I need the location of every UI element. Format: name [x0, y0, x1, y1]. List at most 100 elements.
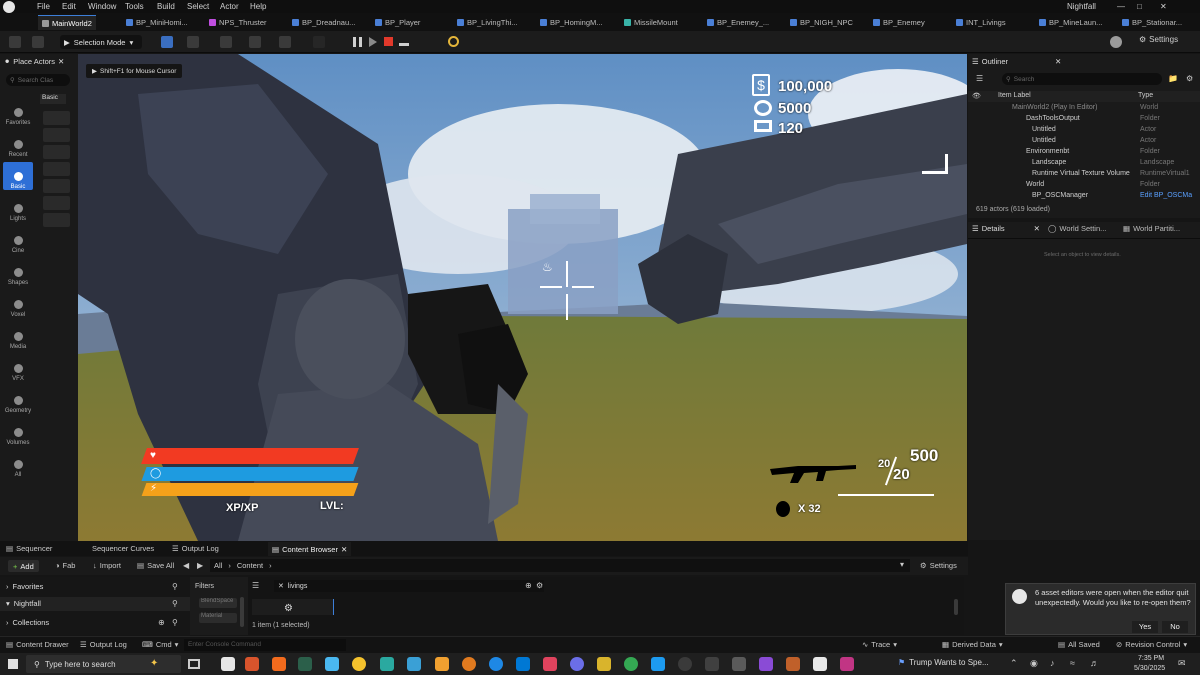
actor-sphere[interactable]	[43, 213, 70, 227]
unreal-editor-icon[interactable]	[221, 657, 235, 671]
pause-icon[interactable]	[353, 37, 362, 47]
app-icon-14[interactable]	[570, 657, 584, 671]
cinematics-icon[interactable]	[249, 36, 261, 48]
category-basic[interactable]: Basic	[3, 162, 33, 190]
project-section[interactable]: ▾ Nightfall	[6, 599, 41, 608]
music-icon[interactable]	[543, 657, 557, 671]
maximize-icon[interactable]: □	[1137, 2, 1142, 11]
actor-empty-pawn[interactable]	[43, 145, 70, 159]
level-viewport[interactable]: ▶ Shift+F1 for Mouse Cursor $ 100,000 500…	[78, 54, 967, 541]
actor-empty-character[interactable]	[43, 128, 70, 142]
row-type[interactable]: Edit BP_OSCMa	[1140, 192, 1192, 199]
selection-mode-dropdown[interactable]: ▶ Selection Mode ▾	[60, 35, 142, 49]
menu-help[interactable]: Help	[250, 2, 266, 11]
add-collection-icon[interactable]: ⊕	[158, 618, 165, 627]
unreal-logo-icon[interactable]	[3, 1, 15, 13]
blueprint-menu-icon[interactable]	[220, 36, 232, 48]
instagram-icon[interactable]	[840, 657, 854, 671]
outliner-row[interactable]: DashToolsOutput Folder	[968, 115, 1200, 126]
app-icon-2[interactable]	[245, 657, 259, 671]
derived-data-dropdown[interactable]: ▦ Derived Data ▾	[942, 640, 1003, 649]
outliner-settings-icon[interactable]: ⚙	[1186, 74, 1193, 83]
category-vfx[interactable]: VFX	[3, 354, 33, 382]
add-button[interactable]: + Add	[8, 560, 39, 572]
search-icon[interactable]: ⚲	[172, 599, 178, 608]
close-window-icon[interactable]: ✕	[1160, 2, 1167, 11]
outliner-row[interactable]: BP_OSCManager Edit BP_OSCMa	[968, 192, 1200, 203]
all-saved-button[interactable]: ▤ All Saved	[1058, 640, 1100, 649]
save-icon[interactable]	[9, 36, 21, 48]
category-favorites[interactable]: Favorites	[3, 98, 33, 126]
category-media[interactable]: Media	[3, 322, 33, 350]
yes-button[interactable]: Yes	[1132, 621, 1158, 633]
stop-icon[interactable]	[384, 37, 393, 46]
outliner-search-input[interactable]: ⚲ Search	[1002, 73, 1162, 85]
filter-material[interactable]: Material	[199, 613, 237, 623]
settings-button[interactable]: ⚙ Settings	[1139, 35, 1178, 44]
modeling-icon[interactable]	[161, 36, 173, 48]
filter-icon[interactable]: ☰	[976, 74, 983, 83]
windows-start-icon[interactable]	[8, 659, 18, 669]
visibility-icon[interactable]: 👁	[972, 92, 981, 100]
play-mode-icon[interactable]	[313, 36, 325, 48]
app-icon-15[interactable]	[597, 657, 611, 671]
menu-file[interactable]: File	[37, 2, 50, 11]
app-icon-4[interactable]	[298, 657, 312, 671]
filter-icon[interactable]: ☰	[252, 581, 259, 590]
actor-point-light[interactable]	[43, 162, 70, 176]
content-drawer-button[interactable]: ▤ Content Drawer	[6, 640, 69, 649]
platform-settings-icon[interactable]	[1110, 36, 1122, 48]
app-icon-18[interactable]	[678, 657, 692, 671]
revision-control-dropdown[interactable]: ⊘ Revision Control ▾	[1116, 640, 1187, 649]
outliner-row[interactable]: World Folder	[968, 181, 1200, 192]
tab-nps-thruster[interactable]: NPS_Thruster	[205, 15, 271, 30]
forward-icon[interactable]: ▶	[197, 561, 203, 570]
notion-icon[interactable]	[813, 657, 827, 671]
app-icon-7[interactable]	[380, 657, 394, 671]
app-icon-12[interactable]	[516, 657, 530, 671]
outliner-row[interactable]: MainWorld2 (Play In Editor) World	[968, 104, 1200, 115]
asset-scrollbar[interactable]	[954, 599, 958, 615]
tab-bp-nigh-npc[interactable]: BP_NIGH_NPC	[786, 15, 857, 30]
cmd-dropdown[interactable]: ⌨ Cmd ▾	[142, 640, 178, 649]
actor-empty[interactable]	[43, 111, 70, 125]
filter-blendspace[interactable]: BléndSpace	[199, 598, 237, 608]
app-icon-5[interactable]	[325, 657, 339, 671]
app-icon-6[interactable]	[352, 657, 366, 671]
app-icon-20[interactable]	[732, 657, 746, 671]
app-icon-21[interactable]	[759, 657, 773, 671]
favorites-section[interactable]: › Favorites	[6, 582, 43, 591]
column-item-label[interactable]: Item Label	[998, 92, 1031, 99]
output-log-button[interactable]: ☰ Output Log	[80, 640, 127, 649]
network-icon[interactable]: ◉	[1030, 658, 1038, 669]
tab-output-log[interactable]: ☰ Output Log	[172, 544, 219, 553]
category-shapes[interactable]: Shapes	[3, 258, 33, 286]
category-all[interactable]: All	[3, 450, 33, 478]
compile-icon[interactable]	[448, 36, 459, 47]
tab-bp-minihomi[interactable]: BP_MiniHomi...	[122, 15, 192, 30]
tab-bp-player[interactable]: BP_Player	[371, 15, 424, 30]
minimize-icon[interactable]: —	[1117, 2, 1125, 11]
menu-edit[interactable]: Edit	[62, 2, 76, 11]
app-icon-19[interactable]	[705, 657, 719, 671]
options-icon[interactable]: ⚙	[536, 581, 543, 590]
breadcrumb-content[interactable]: Content	[237, 561, 263, 570]
add-content-icon[interactable]	[187, 36, 199, 48]
asset-tile-int-livings[interactable]	[252, 599, 334, 615]
actor-cube[interactable]	[43, 196, 70, 210]
no-button[interactable]: No	[1162, 621, 1188, 633]
collections-section[interactable]: › Collections	[6, 618, 49, 627]
filter-scrollbar[interactable]	[240, 597, 244, 627]
wifi-icon[interactable]: ≈	[1070, 658, 1075, 668]
menu-tools[interactable]: Tools	[125, 2, 144, 11]
tab-sequencer[interactable]: ▤ Sequencer	[6, 544, 52, 553]
tab-world-partition[interactable]: ▦ World Partiti...	[1123, 224, 1180, 233]
save-all-button[interactable]: ▤ Save All	[137, 561, 174, 570]
close-icon[interactable]: ✕	[341, 545, 347, 554]
back-icon[interactable]: ◀	[183, 561, 189, 570]
outliner-row[interactable]: Untitled Actor	[968, 126, 1200, 137]
tab-bp-enemey[interactable]: BP_Enemey	[869, 15, 929, 30]
tab-bp-stationar[interactable]: BP_Stationar...	[1118, 15, 1186, 30]
tab-missilemount[interactable]: MissileMount	[620, 15, 682, 30]
tab-bp-livingthi[interactable]: BP_LivingThi...	[453, 15, 521, 30]
